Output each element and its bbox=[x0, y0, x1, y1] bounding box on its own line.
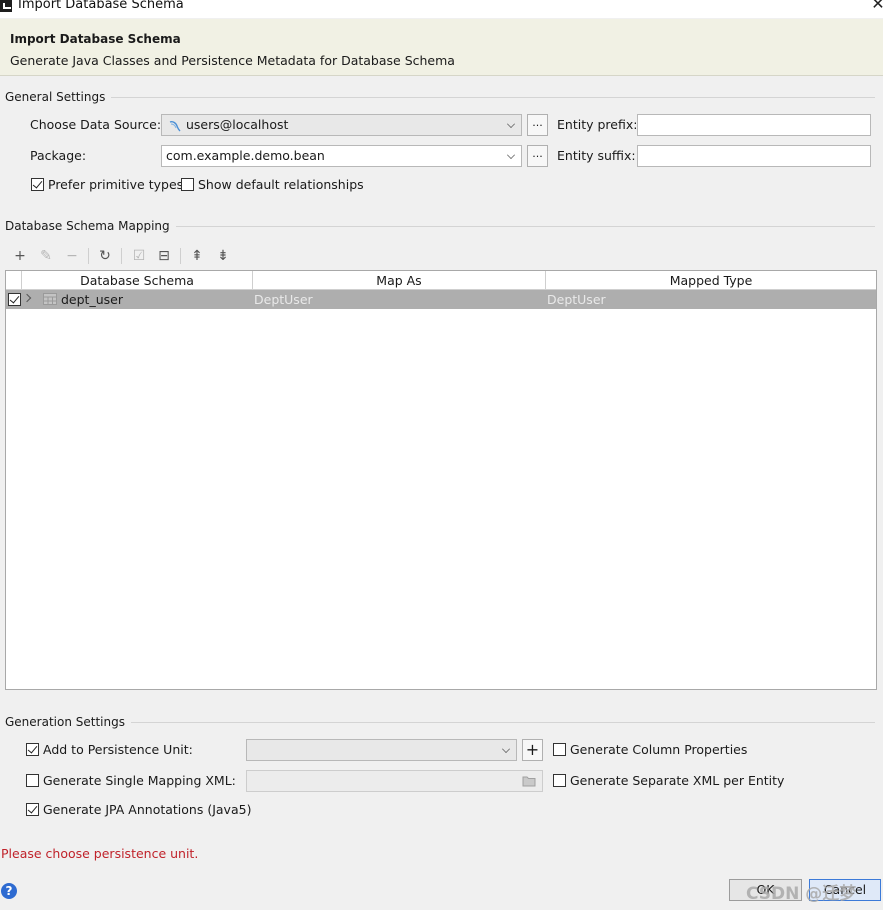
data-source-browse-button[interactable]: ... bbox=[527, 114, 548, 136]
collapse-all-icon[interactable]: ⇟ bbox=[215, 248, 231, 264]
database-icon bbox=[169, 121, 181, 132]
jpa-annotations-checkbox[interactable] bbox=[26, 803, 39, 816]
mapped-type-cell[interactable]: DeptUser bbox=[547, 290, 606, 309]
window-title: Import Database Schema bbox=[18, 0, 184, 12]
package-value: com.example.demo.bean bbox=[166, 148, 325, 163]
edit-icon[interactable]: ✎ bbox=[38, 248, 54, 264]
general-settings-heading: General Settings bbox=[5, 90, 112, 104]
error-message: Please choose persistence unit. bbox=[1, 846, 199, 861]
map-as-cell[interactable]: DeptUser bbox=[254, 290, 313, 309]
package-browse-button[interactable]: ... bbox=[527, 145, 548, 167]
data-source-combo[interactable]: users@localhost bbox=[161, 114, 522, 136]
column-header-database-schema[interactable]: Database Schema bbox=[22, 271, 253, 290]
remove-icon[interactable]: − bbox=[64, 248, 80, 264]
generate-column-properties-checkbox[interactable] bbox=[553, 743, 566, 756]
toolbar-separator bbox=[180, 248, 181, 264]
header-banner: Import Database Schema Generate Java Cla… bbox=[0, 19, 883, 76]
chevron-down-icon bbox=[502, 745, 510, 753]
single-mapping-xml-field[interactable] bbox=[246, 770, 543, 792]
data-source-value: users@localhost bbox=[186, 117, 289, 132]
toolbar-separator bbox=[121, 248, 122, 264]
jpa-annotations-label: Generate JPA Annotations (Java5) bbox=[43, 802, 252, 817]
uncheck-all-icon[interactable]: ⊟ bbox=[156, 248, 172, 264]
toolbar-separator bbox=[88, 248, 89, 264]
chevron-down-icon bbox=[507, 151, 515, 159]
expand-arrow-icon[interactable] bbox=[22, 293, 32, 303]
column-header-mapped-type[interactable]: Mapped Type bbox=[546, 271, 876, 290]
generation-heading: Generation Settings bbox=[5, 715, 131, 729]
show-default-relationships-label: Show default relationships bbox=[198, 177, 364, 192]
add-persistence-unit-button[interactable]: + bbox=[522, 739, 543, 761]
mapping-heading: Database Schema Mapping bbox=[5, 219, 176, 233]
expand-all-icon[interactable]: ⇞ bbox=[189, 248, 205, 264]
table-header-check bbox=[6, 271, 22, 290]
add-icon[interactable]: + bbox=[12, 248, 28, 264]
help-icon[interactable]: ? bbox=[1, 883, 17, 899]
row-checkbox[interactable] bbox=[8, 293, 21, 306]
app-icon bbox=[0, 0, 12, 12]
mapping-divider bbox=[155, 226, 875, 227]
separate-xml-per-entity-checkbox[interactable] bbox=[553, 774, 566, 787]
check-all-icon[interactable]: ☑ bbox=[131, 248, 147, 264]
banner-title: Import Database Schema bbox=[10, 32, 181, 46]
single-mapping-xml-label: Generate Single Mapping XML: bbox=[43, 773, 236, 788]
entity-suffix-label: Entity suffix: bbox=[557, 148, 636, 163]
prefer-primitive-checkbox[interactable] bbox=[31, 178, 44, 191]
entity-suffix-input[interactable] bbox=[637, 145, 871, 167]
entity-prefix-label: Entity prefix: bbox=[557, 117, 638, 132]
table-icon bbox=[43, 293, 57, 305]
generation-divider bbox=[113, 722, 875, 723]
separate-xml-per-entity-label: Generate Separate XML per Entity bbox=[570, 773, 785, 788]
table-row[interactable]: dept_user DeptUser DeptUser bbox=[6, 290, 876, 309]
refresh-icon[interactable]: ↻ bbox=[97, 248, 113, 264]
general-settings-divider bbox=[95, 97, 875, 98]
csdn-watermark: CSDN @迁梦 bbox=[746, 884, 857, 904]
package-label: Package: bbox=[30, 148, 87, 163]
folder-icon[interactable] bbox=[522, 775, 537, 787]
column-header-map-as[interactable]: Map As bbox=[253, 271, 546, 290]
add-to-persistence-unit-checkbox[interactable] bbox=[26, 743, 39, 756]
banner-subtitle: Generate Java Classes and Persistence Me… bbox=[10, 53, 455, 68]
show-default-relationships-checkbox[interactable] bbox=[181, 178, 194, 191]
schema-name-cell: dept_user bbox=[61, 292, 123, 307]
entity-prefix-input[interactable] bbox=[637, 114, 871, 136]
package-combo[interactable]: com.example.demo.bean bbox=[161, 145, 522, 167]
single-mapping-xml-checkbox[interactable] bbox=[26, 774, 39, 787]
add-to-persistence-unit-label: Add to Persistence Unit: bbox=[43, 742, 193, 757]
chevron-down-icon bbox=[507, 120, 515, 128]
data-source-label: Choose Data Source: bbox=[30, 117, 162, 132]
generate-column-properties-label: Generate Column Properties bbox=[570, 742, 748, 757]
persistence-unit-combo[interactable] bbox=[246, 739, 517, 761]
close-icon[interactable]: ✕ bbox=[870, 0, 883, 14]
schema-mapping-table[interactable]: Database Schema Map As Mapped Type dept_… bbox=[5, 270, 877, 690]
prefer-primitive-label: Prefer primitive types bbox=[48, 177, 184, 192]
